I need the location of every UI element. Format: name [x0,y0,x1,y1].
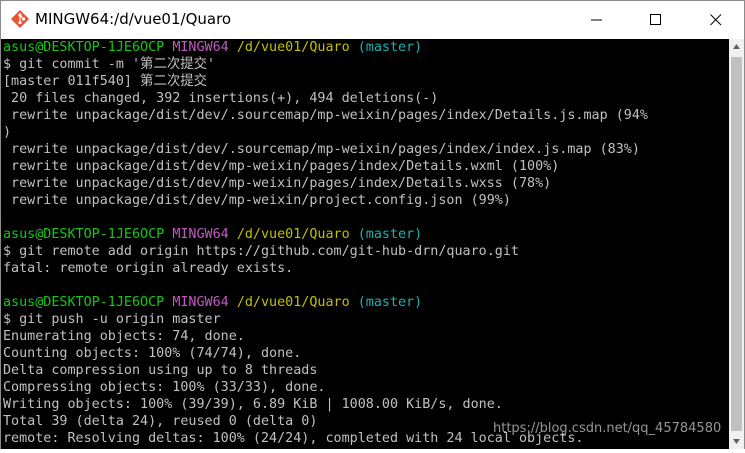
output-line: fatal: remote origin already exists. [3,261,294,276]
terminal-output[interactable]: asus@DESKTOP-1JE6OCP MINGW64 /d/vue01/Qu… [1,39,729,449]
prompt-line: asus@DESKTOP-1JE6OCP MINGW64 /d/vue01/Qu… [3,226,422,243]
output-line: Counting objects: 100% (74/74), done. [3,346,302,361]
output-line: rewrite unpackage/dist/dev/mp-weixin/pag… [3,159,560,174]
close-icon [710,14,722,26]
output-line: Writing objects: 100% (39/39), 6.89 KiB … [3,397,503,412]
output-line: Total 39 (delta 24), reused 0 (delta 0) [3,414,318,429]
output-line: 20 files changed, 392 insertions(+), 494… [3,91,439,106]
output-line: rewrite unpackage/dist/dev/.sourcemap/mp… [3,108,648,123]
prompt-path: /d/vue01/Quaro [236,227,350,242]
output-line: [master 011f540] 第二次提交 [3,74,208,89]
minimize-button[interactable] [574,1,620,39]
prompt-branch: (master) [357,295,423,310]
prompt-user: asus@DESKTOP-1JE6OCP [3,40,165,55]
scroll-up-button[interactable] [729,39,744,55]
output-line: rewrite unpackage/dist/dev/mp-weixin/pag… [3,176,552,191]
output-line: ) [3,125,12,140]
prompt-branch: (master) [357,227,423,242]
command-line: $ git push -u origin master [3,312,221,327]
terminal-window: MINGW64:/d/vue01/Quaro asus@DESKTOP-1JE6… [0,0,745,449]
output-line: Compressing objects: 100% (33/33), done. [3,380,326,395]
prompt-env: MINGW64 [172,40,229,55]
git-bash-icon [11,10,29,28]
prompt-env: MINGW64 [172,227,229,242]
minimize-icon [591,19,602,21]
prompt-path: /d/vue01/Quaro [236,295,350,310]
prompt-line: asus@DESKTOP-1JE6OCP MINGW64 /d/vue01/Qu… [3,294,422,311]
scroll-thumb[interactable] [731,57,742,431]
prompt-branch: (master) [357,40,423,55]
arrow-up-icon [733,44,740,49]
output-line: Delta compression using up to 8 threads [3,363,318,378]
output-line: rewrite unpackage/dist/dev/.sourcemap/mp… [3,142,640,157]
command-line: $ git commit -m '第二次提交' [3,57,216,72]
watermark: https://blog.csdn.net/qq_45784580 [493,421,722,436]
close-button[interactable] [693,1,739,39]
prompt-line: asus@DESKTOP-1JE6OCP MINGW64 /d/vue01/Qu… [3,39,422,56]
scroll-down-button[interactable] [729,433,744,449]
prompt-env: MINGW64 [172,295,229,310]
output-line: Enumerating objects: 74, done. [3,329,245,344]
vertical-scrollbar[interactable] [729,39,744,449]
maximize-button[interactable] [633,1,679,39]
prompt-user: asus@DESKTOP-1JE6OCP [3,227,165,242]
command-line: $ git remote add origin https://github.c… [3,244,519,259]
maximize-icon [650,14,661,25]
prompt-path: /d/vue01/Quaro [236,40,350,55]
title-bar[interactable]: MINGW64:/d/vue01/Quaro [1,1,744,39]
prompt-user: asus@DESKTOP-1JE6OCP [3,295,165,310]
window-title: MINGW64:/d/vue01/Quaro [35,10,232,28]
arrow-down-icon [733,439,740,444]
output-line: rewrite unpackage/dist/dev/mp-weixin/pro… [3,193,511,208]
